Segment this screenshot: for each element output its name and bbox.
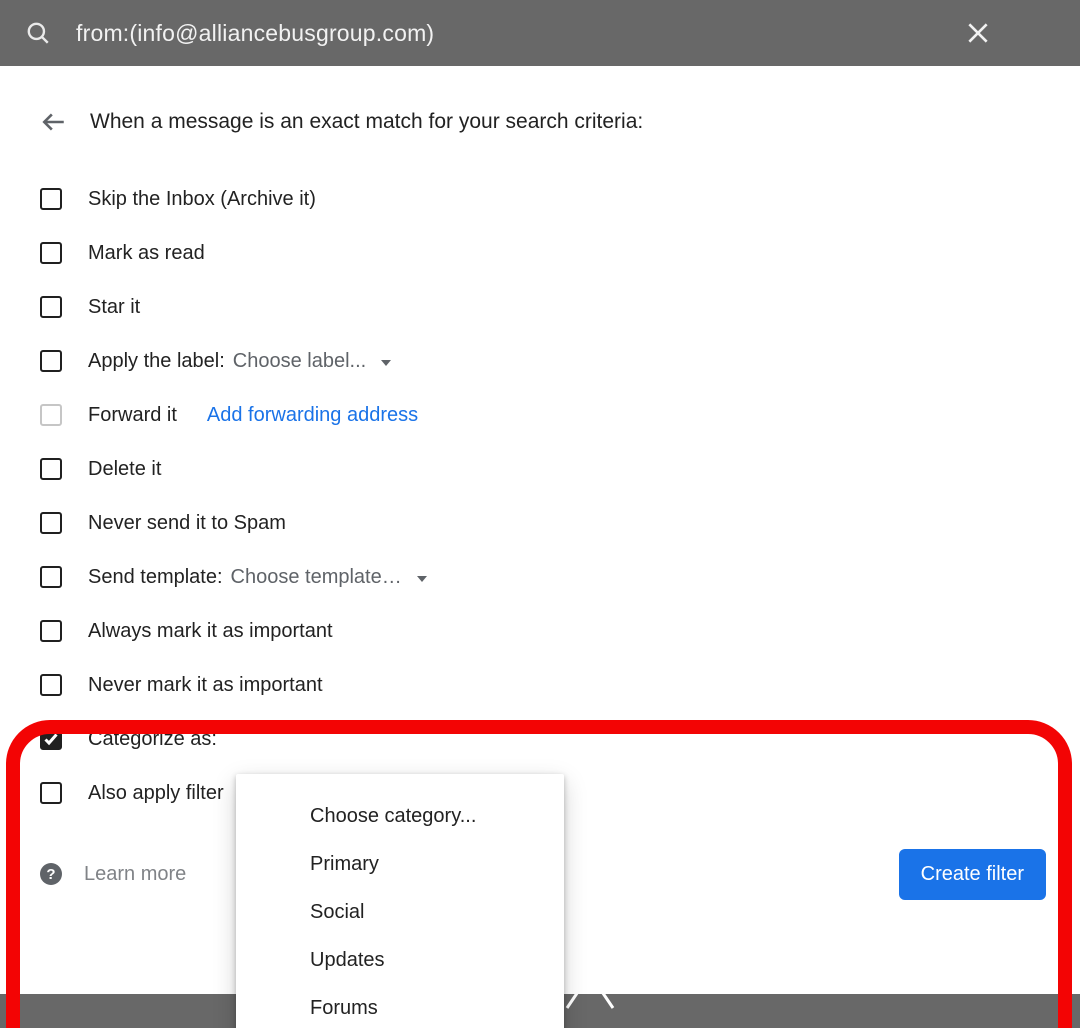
option-label: Always mark it as important (88, 620, 333, 643)
option-forward-it[interactable]: Forward it Add forwarding address (40, 388, 1080, 442)
search-bar: from:(info@alliancebusgroup.com) (0, 0, 1080, 66)
dropdown-item-choose[interactable]: Choose category... (236, 792, 564, 840)
close-icon[interactable] (964, 19, 992, 47)
template-select-text: Choose template… (231, 566, 402, 589)
create-filter-button[interactable]: Create filter (899, 849, 1046, 900)
checkbox-categorize-as[interactable] (40, 728, 62, 750)
dropdown-item-primary[interactable]: Primary (236, 840, 564, 888)
caret-down-icon (380, 350, 392, 373)
checkbox-send-template[interactable] (40, 566, 62, 588)
option-label: Apply the label: (88, 350, 225, 373)
option-label: Also apply filter (88, 782, 224, 805)
option-label: Mark as read (88, 242, 205, 265)
checkbox-skip-inbox[interactable] (40, 188, 62, 210)
label-select-text: Choose label... (233, 350, 366, 373)
option-label: Forward it (88, 404, 177, 427)
label-select[interactable]: Choose label... (233, 350, 392, 373)
checkbox-also-apply[interactable] (40, 782, 62, 804)
help-icon[interactable]: ? (40, 863, 62, 885)
option-skip-inbox[interactable]: Skip the Inbox (Archive it) (40, 172, 1080, 226)
filter-options: Skip the Inbox (Archive it) Mark as read… (0, 136, 1080, 820)
checkbox-mark-read[interactable] (40, 242, 62, 264)
caret-down-icon (416, 566, 428, 589)
option-label: Send template: (88, 566, 223, 589)
category-dropdown[interactable]: Choose category... Primary Social Update… (236, 774, 564, 1028)
option-label: Skip the Inbox (Archive it) (88, 188, 316, 211)
option-label: Star it (88, 296, 140, 319)
checkbox-apply-label[interactable] (40, 350, 62, 372)
option-send-template[interactable]: Send template: Choose template… (40, 550, 1080, 604)
template-select[interactable]: Choose template… (231, 566, 428, 589)
checkbox-delete-it[interactable] (40, 458, 62, 480)
checkbox-never-spam[interactable] (40, 512, 62, 534)
option-label: Delete it (88, 458, 161, 481)
option-apply-label[interactable]: Apply the label: Choose label... (40, 334, 1080, 388)
dropdown-item-updates[interactable]: Updates (236, 936, 564, 984)
option-never-important[interactable]: Never mark it as important (40, 658, 1080, 712)
pointer-triangle-icon (565, 960, 615, 1010)
option-star-it[interactable]: Star it (40, 280, 1080, 334)
option-mark-read[interactable]: Mark as read (40, 226, 1080, 280)
learn-more-link[interactable]: Learn more (84, 863, 186, 886)
option-delete-it[interactable]: Delete it (40, 442, 1080, 496)
filter-header: When a message is an exact match for you… (0, 66, 1080, 136)
search-query[interactable]: from:(info@alliancebusgroup.com) (76, 20, 964, 47)
option-label: Never mark it as important (88, 674, 323, 697)
option-label: Never send it to Spam (88, 512, 286, 535)
add-forwarding-link[interactable]: Add forwarding address (207, 404, 418, 427)
filter-header-text: When a message is an exact match for you… (90, 110, 643, 134)
back-arrow-icon[interactable] (40, 108, 68, 136)
dropdown-item-forums[interactable]: Forums (236, 984, 564, 1028)
checkbox-always-important[interactable] (40, 620, 62, 642)
option-label: Categorize as: (88, 728, 217, 751)
checkbox-forward-it[interactable] (40, 404, 62, 426)
search-icon[interactable] (24, 19, 52, 47)
dropdown-item-social[interactable]: Social (236, 888, 564, 936)
checkbox-star-it[interactable] (40, 296, 62, 318)
option-always-important[interactable]: Always mark it as important (40, 604, 1080, 658)
checkbox-never-important[interactable] (40, 674, 62, 696)
option-categorize-as[interactable]: Categorize as: (40, 712, 1080, 766)
option-never-spam[interactable]: Never send it to Spam (40, 496, 1080, 550)
